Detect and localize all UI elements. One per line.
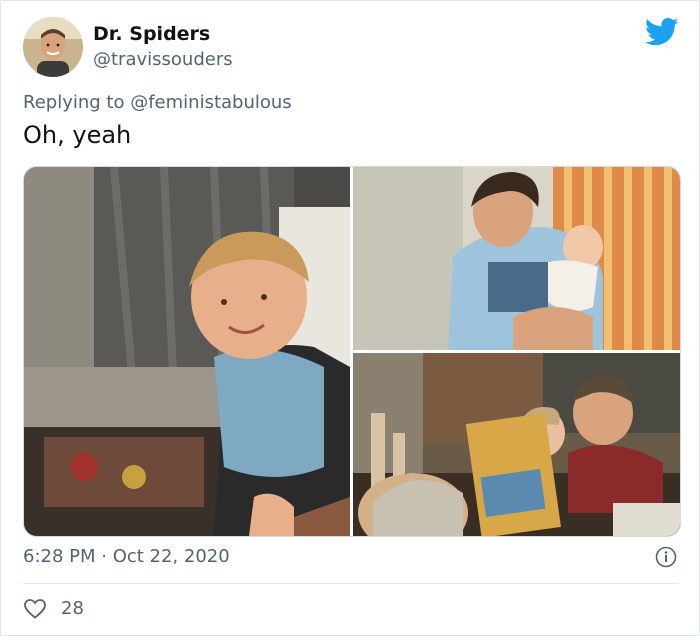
like-count[interactable]: 28 xyxy=(61,598,84,619)
photo-kids-with-box[interactable] xyxy=(353,353,680,536)
author-name[interactable]: Dr. Spiders xyxy=(93,23,210,45)
replying-to-line: Replying to @feministabulous xyxy=(23,92,292,113)
tweet-text: Oh, yeah xyxy=(23,121,132,149)
tweet-card: Dr. Spiders @travissouders Replying to @… xyxy=(0,0,700,636)
timestamp[interactable]: 6:28 PM · Oct 22, 2020 xyxy=(23,546,230,567)
photo-man-holding-baby[interactable] xyxy=(353,167,680,350)
info-icon[interactable] xyxy=(655,546,677,568)
media-grid xyxy=(23,166,681,537)
avatar[interactable] xyxy=(23,17,83,77)
replying-prefix: Replying to xyxy=(23,92,125,113)
heart-icon[interactable] xyxy=(23,597,47,621)
author-handle[interactable]: @travissouders xyxy=(93,49,233,70)
replying-to-mention[interactable]: @feministabulous xyxy=(130,92,291,113)
divider xyxy=(23,583,679,584)
twitter-bird-icon[interactable] xyxy=(644,17,679,47)
photo-toddler[interactable] xyxy=(24,167,350,536)
